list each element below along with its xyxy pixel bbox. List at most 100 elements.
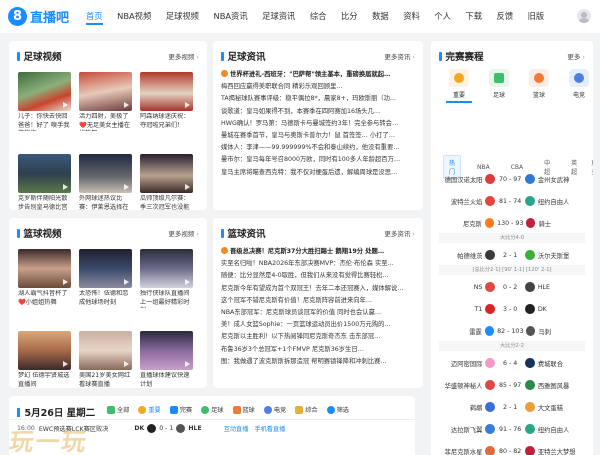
- football_video-item[interactable]: 儿子：你快去快回爸爸！好了 嗅手我能抱你…: [18, 72, 71, 154]
- match-row[interactable]: 德国汉诺太阳 70 - 97 金州女武神: [439, 169, 585, 189]
- schedule-tab-3[interactable]: 足球: [201, 405, 224, 414]
- football-news-more-link[interactable]: 更多资讯: [384, 51, 415, 61]
- basketball_news-item[interactable]: 布鲁36岁3个总冠军+1个FMVP 尼克斯36岁生日…: [221, 344, 421, 356]
- football_news-item[interactable]: 梅西回应赢得美职联合同 精彩乐观回顾里…: [221, 81, 421, 93]
- football_video-item[interactable]: 阿森纳球迷庆祝：夺冠啦兄弟们！: [140, 72, 193, 154]
- football_news-item[interactable]: 世界杯进礼-西班牙："巴萨帮"领主基本，重磅换届就起…: [221, 69, 421, 81]
- football_news-item[interactable]: 谈歌道：皇马如果得不到，本赛季在四阿赛加16场头几…: [221, 106, 421, 118]
- nav-item-12[interactable]: 旧版: [528, 9, 545, 25]
- match-row[interactable]: T1 3 - 0 DK: [439, 299, 585, 319]
- basketball_video-item[interactable]: 美国21岁美女网红看球赛直播: [79, 331, 132, 388]
- football_news-item[interactable]: 曼城在赛季首节，皇马与奥斯卡普尔力！鼠 首签签… 小打了…: [221, 130, 421, 142]
- basketball_video-thumbnail[interactable]: [79, 331, 132, 370]
- basketball_video-item[interactable]: 直播球体建议快速计划: [140, 331, 193, 388]
- football_video-thumbnail[interactable]: [140, 72, 193, 111]
- basketball_news-item[interactable]: NBA东部冠军：尼克斯球员谈冠军的价值 同时也会认赢…: [221, 307, 421, 319]
- basketball_news-item[interactable]: 实至名归啦！NBA2026年东部决赛MVP：杰伦·布伦森 实至…: [221, 258, 421, 270]
- user-avatar-icon[interactable]: [577, 9, 591, 23]
- match-category-tab-1[interactable]: 足球: [483, 69, 515, 103]
- football-icon: [489, 69, 509, 87]
- nav-item-0[interactable]: 首页: [86, 9, 103, 25]
- football_news-item[interactable]: 皇马主席将瞄查西克特：我不仅对梗蛋后遗，解编周球是没思…: [221, 167, 421, 179]
- basketball-video-more-link[interactable]: 更多视频: [168, 228, 199, 238]
- match-row[interactable]: 帕德维茨 2 - 1 沃尔夫斯堡: [439, 245, 585, 265]
- league-tabs-more[interactable]: 更多: [591, 158, 593, 176]
- football_video-thumbnail[interactable]: [79, 72, 132, 111]
- football_news-item[interactable]: HWG确认！罗马第：马德斯卡与曼城签约3年！完全参与转会…: [221, 118, 421, 130]
- football-video-panel: 足球视频 更多视频 儿子：你快去快回爸爸！好了 嗅手我能抱你… 活力四射，美极了❤…: [9, 41, 207, 210]
- football_video-thumbnail[interactable]: [18, 154, 71, 193]
- match-row[interactable]: 菲尼克斯水星 80 - 82 亚特兰大梦想: [439, 441, 585, 455]
- schedule-tab-6[interactable]: 综合: [295, 405, 318, 414]
- finished-matches-more-link[interactable]: 更多: [567, 51, 585, 61]
- basketball_news-item[interactable]: 尼克斯今年有望成为首个双冠王！去年二本还冠赛入，媒体解说…: [221, 283, 421, 295]
- match-row[interactable]: 华盛顿神秘人 85 - 97 西雅图风暴: [439, 375, 585, 395]
- home-team: 德国汉诺太阳: [444, 176, 483, 184]
- mobile-live-link[interactable]: 手机看直播: [254, 424, 285, 433]
- basketball_video-thumbnail[interactable]: [140, 249, 193, 288]
- schedule-tab-4[interactable]: 篮球: [232, 405, 255, 414]
- basketball_news-item[interactable]: 美！成人女篮Sophie：一页篮球运动员出价1500万元购的…: [221, 319, 421, 331]
- basketball_video-thumbnail[interactable]: [18, 249, 71, 288]
- football_video-item[interactable]: 克罗斯伴随阳光散步告别皇马德比宫殿: [18, 154, 71, 210]
- nav-item-3[interactable]: NBA资讯: [213, 9, 247, 25]
- football_video-item[interactable]: 活力四射，美极了❤️无足美女主播在线热舞: [79, 72, 132, 154]
- nav-item-10[interactable]: 下载: [465, 9, 482, 25]
- basketball_video-thumbnail[interactable]: [140, 331, 193, 370]
- football_news-item[interactable]: 曼市尔：皇马每年号召8000万欧，同时有100多人年龄超百万…: [221, 154, 421, 166]
- football_video-item[interactable]: 瓜帅顶级凡尔赛：季三次冠军也没能让我…: [140, 154, 193, 210]
- play-icon: [185, 279, 190, 285]
- basketball-news-more-link[interactable]: 更多资讯: [384, 228, 415, 238]
- basketball_video-item[interactable]: 湖人霸气抖音杯了❤️小姐姐热舞: [18, 249, 71, 331]
- match-row[interactable]: 鹈鹕 2 - 1 大文蛋糕: [439, 397, 585, 417]
- basketball_news-item[interactable]: 晋级总决赛！尼克斯37分大胜扫踢士 鹅翔19分 处题…: [221, 246, 421, 258]
- schedule-tab-icon: [326, 405, 335, 414]
- basketball_video-thumbnail[interactable]: [79, 249, 132, 288]
- match-row[interactable]: 达拉斯飞翼 91 - 76 纽约自由人: [439, 419, 585, 439]
- nav-item-1[interactable]: NBA视频: [117, 9, 151, 25]
- football_video-thumbnail[interactable]: [18, 72, 71, 111]
- football_video-item[interactable]: 外网球迷热议比赛：伊莱恩选择在替补席…: [79, 154, 132, 210]
- basketball_news-item[interactable]: 尼克斯以主胜利！以下热阅锋同尼克斯奇杰东 击东部冠…: [221, 331, 421, 343]
- basketball_video-thumbnail[interactable]: [18, 331, 71, 370]
- site-logo[interactable]: 8 直播吧: [8, 6, 69, 26]
- nav-item-5[interactable]: 综合: [310, 9, 327, 25]
- interactive-live-link[interactable]: 互动直播: [224, 424, 249, 433]
- play-icon: [124, 102, 129, 108]
- match-row[interactable]: 雷霆 82 - 103 马刺: [439, 321, 585, 341]
- schedule-tab-7[interactable]: 筛选: [326, 405, 349, 414]
- away-team-badge-icon: [525, 250, 535, 260]
- nav-item-7[interactable]: 数据: [372, 9, 389, 25]
- schedule-tab-2[interactable]: 完赛: [169, 405, 192, 414]
- match-row[interactable]: 迈阿密国际 6 - 4 费城联合: [439, 353, 585, 373]
- schedule-tab-0[interactable]: 全部: [107, 405, 129, 414]
- basketball_video-item[interactable]: 独行侠球队直播间上一组最好精彩时刻: [140, 249, 193, 331]
- match-row[interactable]: 波特兰火焰 81 - 74 纽约自由人: [439, 191, 585, 211]
- basketball_news-item[interactable]: 这个冠军不错尼克斯有价值！尼克斯阵容前进来向年…: [221, 295, 421, 307]
- schedule-tab-1[interactable]: 重要: [138, 405, 161, 414]
- match-category-tab-2[interactable]: 篮球: [523, 69, 555, 103]
- nav-item-2[interactable]: 足球视频: [166, 9, 199, 25]
- football-video-more-link[interactable]: 更多视频: [168, 51, 199, 61]
- football-icon-glyph: [494, 73, 504, 83]
- nav-item-9[interactable]: 个人: [434, 9, 451, 25]
- nav-item-4[interactable]: 足球资讯: [262, 9, 295, 25]
- nav-item-11[interactable]: 反馈: [497, 9, 514, 25]
- football_news-item[interactable]: 媒体人：李津——99.999999%不会和泰山续约，他没有重要…: [221, 142, 421, 154]
- basketball_video-item[interactable]: 梦幻 伍德宇贤城选直播间: [18, 331, 71, 388]
- basketball_news-item[interactable]: 随便：比分显然是4-0取胜，但我们从来没有觉得比赛轻松…: [221, 270, 421, 282]
- nav-item-6[interactable]: 比分: [341, 9, 358, 25]
- nav-item-8[interactable]: 资料: [403, 9, 420, 25]
- match-category-tab-0[interactable]: 重要: [443, 69, 475, 103]
- schedule-tab-5[interactable]: 电竞: [263, 405, 286, 414]
- basketball_video-item[interactable]: 太恐怖！伍德和恋成他球场时刻: [79, 249, 132, 331]
- basketball_news-item[interactable]: 图：我做遇了波克斯斯拆那造冠 帮明赛锁锋降和冲刺比赛…: [221, 356, 421, 368]
- football_news-item[interactable]: TA揭秘球队赛事评级：稳平偶拉8*，晨家8+，玛欧斯丽（功…: [221, 93, 421, 105]
- football_video-thumbnail[interactable]: [140, 154, 193, 193]
- football_video-thumbnail[interactable]: [79, 154, 132, 193]
- schedule-tab-icon: [263, 405, 272, 414]
- match-row[interactable]: 尼克斯 130 - 93 骑士: [439, 213, 585, 233]
- match-row[interactable]: NS 0 - 2 HLE: [439, 277, 585, 297]
- match-category-tab-3[interactable]: 电竞: [563, 69, 593, 103]
- play-icon: [63, 184, 68, 190]
